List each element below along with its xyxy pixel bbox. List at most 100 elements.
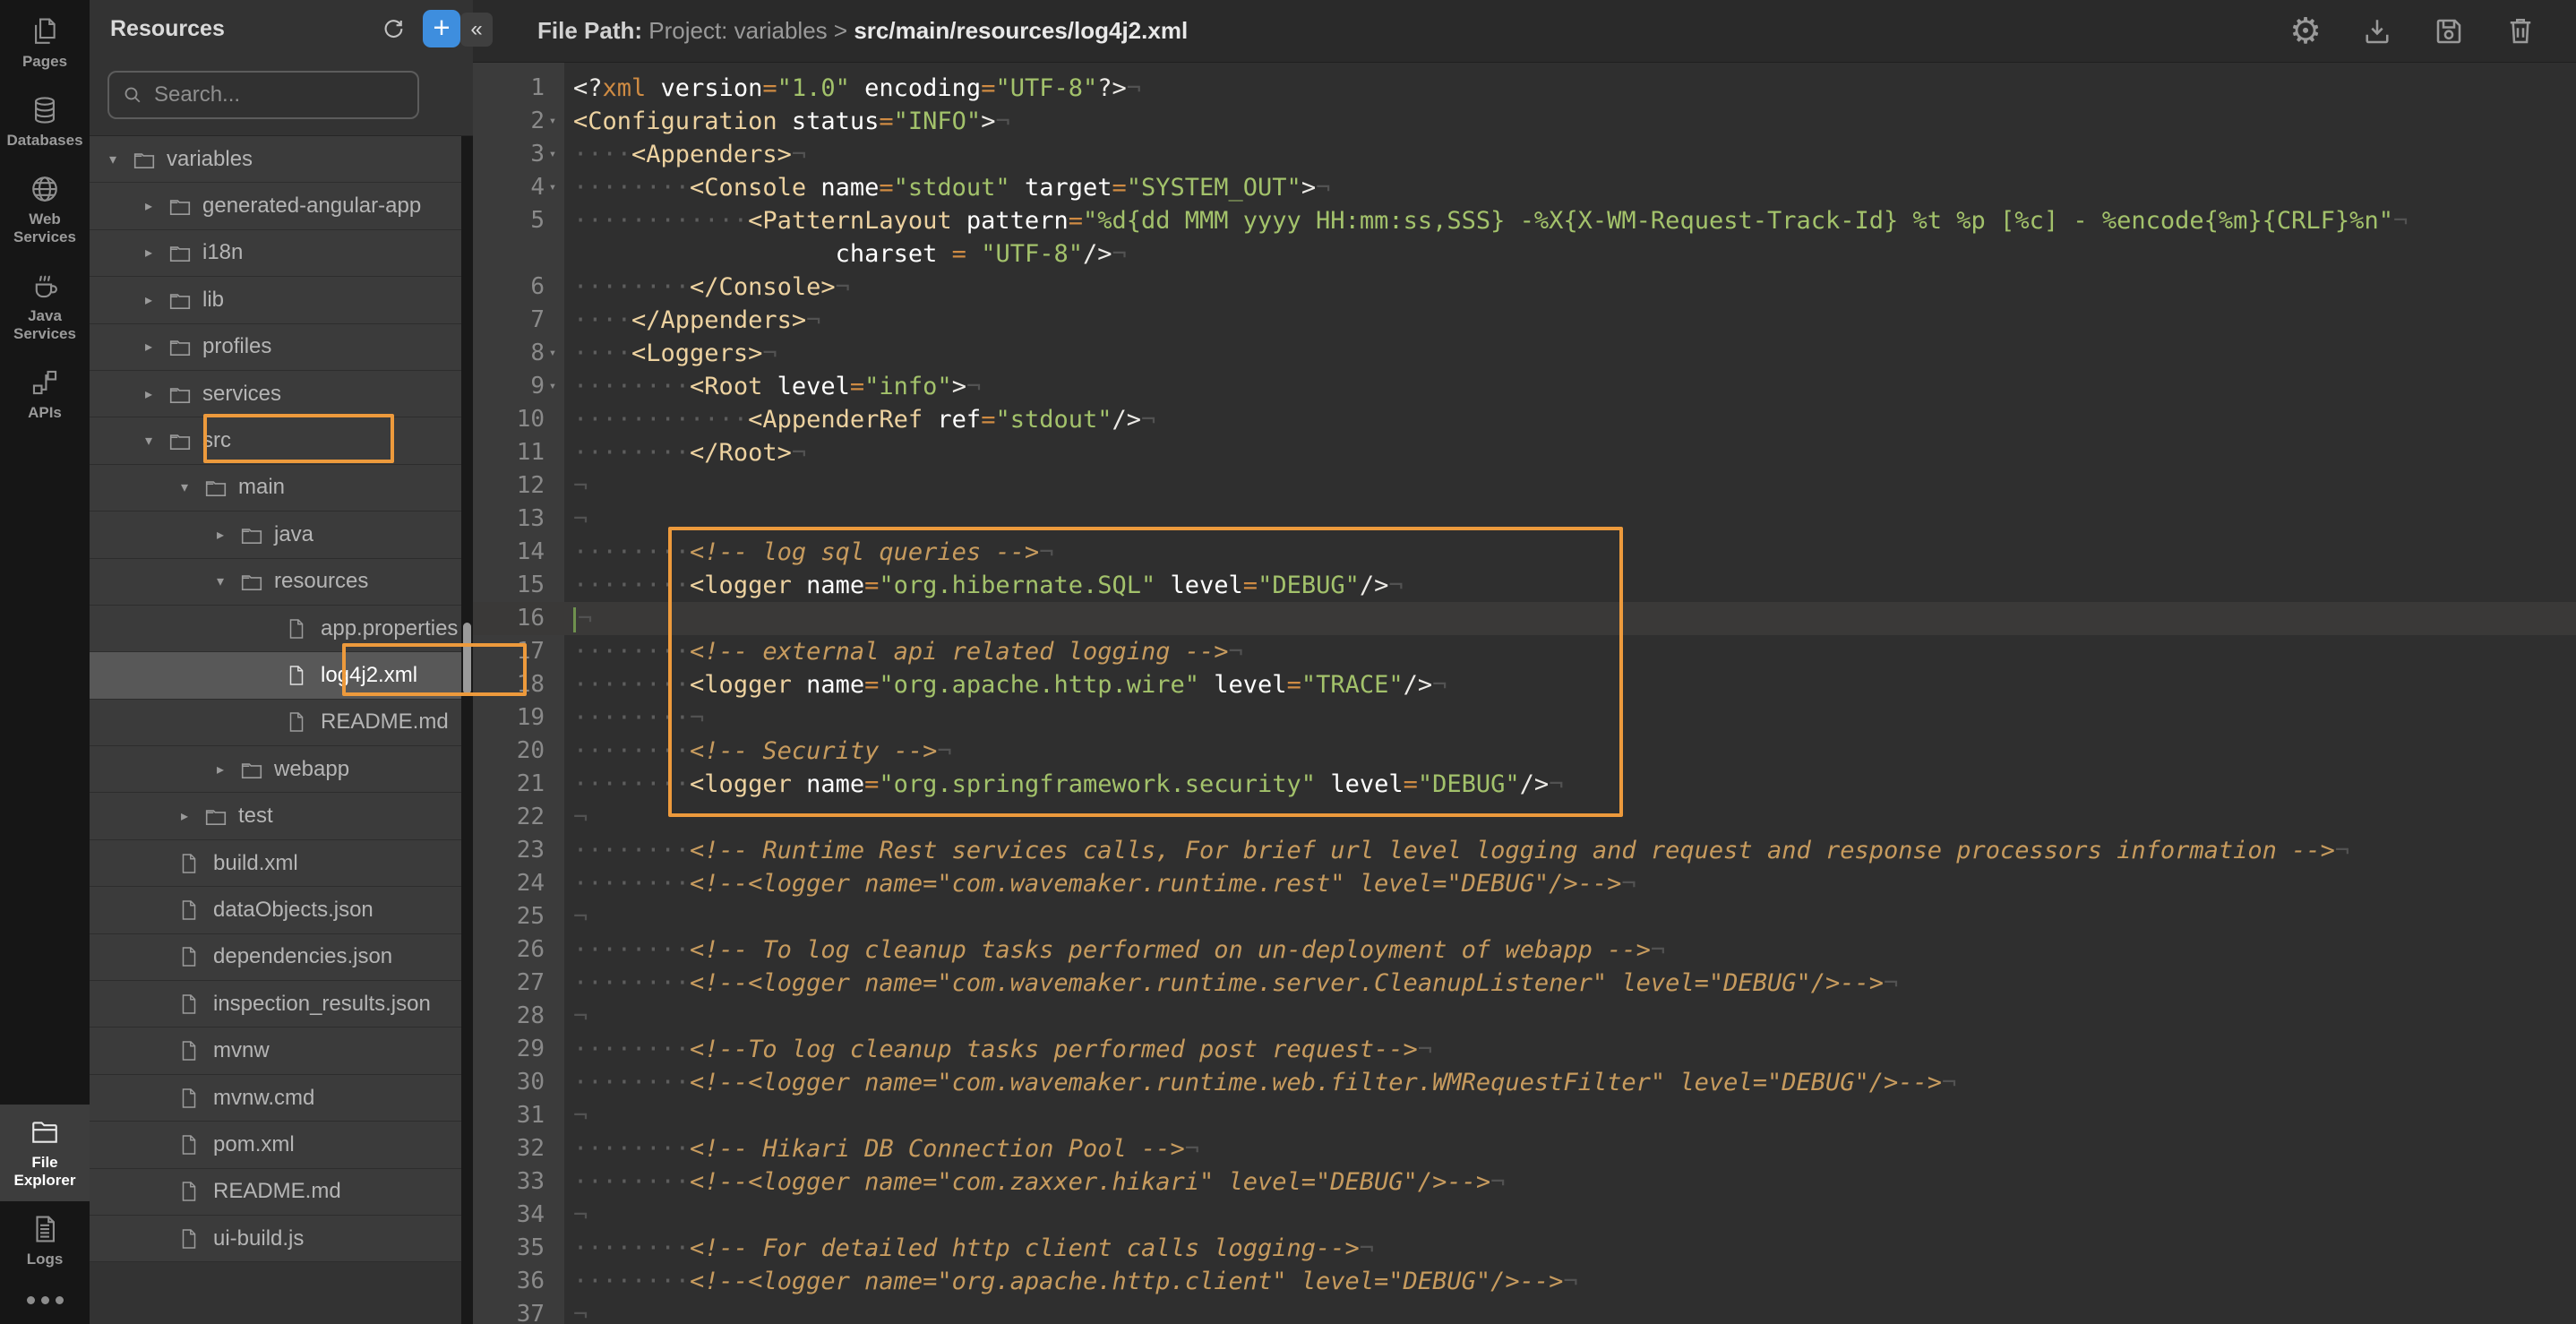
save-icon: [2433, 15, 2465, 47]
collapse-sidebar-button[interactable]: «: [460, 13, 493, 47]
code-text: ¬: [564, 1298, 2576, 1324]
rail-item-apis[interactable]: APIs: [0, 355, 90, 434]
code-text: ········<!--<logger name="com.zaxxer.hik…: [564, 1165, 2576, 1199]
rail-item-file-explorer[interactable]: File Explorer: [0, 1105, 90, 1201]
tree-item-label: variables: [167, 147, 253, 172]
tree-item-resources[interactable]: ▾resources: [90, 559, 461, 606]
tree-item-build.xml[interactable]: build.xml: [90, 840, 461, 887]
fold-toggle-icon[interactable]: ▾: [545, 105, 561, 138]
code-text: ········¬: [564, 701, 2576, 735]
fold-toggle-icon[interactable]: ▾: [545, 370, 561, 403]
rail-item-web-services[interactable]: Web Services: [0, 161, 90, 258]
line-number: 5: [473, 204, 564, 237]
tree-item-label: dataObjects.json: [213, 898, 374, 923]
tree-item-ui-build.js[interactable]: ui-build.js: [90, 1216, 461, 1262]
chevron-right-icon[interactable]: ▸: [217, 761, 240, 778]
line-number: 10: [473, 403, 564, 436]
code-text: ········<!-- Runtime Rest services calls…: [564, 834, 2576, 867]
file-icon: [179, 1040, 202, 1062]
line-number: 18: [473, 668, 564, 701]
add-resource-button[interactable]: +: [423, 10, 460, 47]
tree-item-log4j2.xml[interactable]: log4j2.xml: [90, 652, 461, 699]
chevron-right-icon[interactable]: ▸: [181, 807, 204, 825]
tree-item-profiles[interactable]: ▸profiles: [90, 324, 461, 371]
code-text: ········</Console>¬: [564, 271, 2576, 304]
rail-item-logs[interactable]: Logs: [0, 1201, 90, 1280]
tree-scrollbar-thumb[interactable]: [463, 623, 471, 694]
chevron-right-icon[interactable]: ▸: [145, 291, 168, 309]
download-button[interactable]: [2359, 13, 2395, 49]
tree-item-label: i18n: [202, 240, 243, 265]
search-input[interactable]: [154, 82, 432, 107]
tree-item-dependencies.json[interactable]: dependencies.json: [90, 934, 461, 981]
code-line-25: 25¬: [473, 900, 2576, 933]
search-icon: [122, 84, 143, 106]
code-text: ········<!--To log cleanup tasks perform…: [564, 1033, 2576, 1066]
code-line-33: 33········<!--<logger name="com.zaxxer.h…: [473, 1165, 2576, 1199]
tree-item-generated-angular-app[interactable]: ▸generated-angular-app: [90, 183, 461, 229]
download-icon: [2361, 15, 2393, 47]
tree-item-main[interactable]: ▾main: [90, 465, 461, 512]
tree-item-mvnw.cmd[interactable]: mvnw.cmd: [90, 1075, 461, 1122]
fold-toggle-icon[interactable]: ▾: [545, 138, 561, 171]
line-number: 9▾: [473, 370, 564, 403]
chevron-right-icon[interactable]: ▸: [145, 338, 168, 356]
tree-item-app.properties[interactable]: app.properties: [90, 606, 461, 652]
tree-item-inspection_results.json[interactable]: inspection_results.json: [90, 981, 461, 1027]
tree-item-variables[interactable]: ▾ variables: [90, 136, 461, 183]
tree-item-dataobjects.json[interactable]: dataObjects.json: [90, 887, 461, 933]
tree-item-readme.md[interactable]: README.md: [90, 1169, 461, 1216]
folder-icon: [240, 571, 263, 592]
chevron-down-icon[interactable]: ▾: [217, 572, 240, 590]
chevron-down-icon[interactable]: ▾: [181, 478, 204, 496]
line-number: 35: [473, 1232, 564, 1265]
rail-item-java-services[interactable]: Java Services: [0, 258, 90, 355]
fold-toggle-icon[interactable]: ▾: [545, 171, 561, 204]
fold-toggle-icon[interactable]: ▾: [545, 337, 561, 370]
code-content: 1<?xml version="1.0" encoding="UTF-8"?>¬…: [473, 72, 2576, 1324]
save-button[interactable]: [2431, 13, 2467, 49]
folder-icon: [204, 477, 228, 498]
coffee-icon: [29, 270, 61, 302]
tree-item-lib[interactable]: ▸lib: [90, 277, 461, 323]
tree-item-java[interactable]: ▸java: [90, 512, 461, 558]
tree-item-src[interactable]: ▾ src: [90, 417, 461, 464]
chevron-down-icon[interactable]: ▾: [109, 150, 133, 168]
chevron-right-icon[interactable]: ▸: [145, 244, 168, 262]
folder-icon: [168, 242, 192, 263]
more-options-button[interactable]: [0, 1280, 90, 1311]
line-number: 30: [473, 1066, 564, 1099]
line-number: 25: [473, 900, 564, 933]
tree-item-services[interactable]: ▸services: [90, 371, 461, 417]
tree-item-pom.xml[interactable]: pom.xml: [90, 1122, 461, 1168]
chevron-right-icon[interactable]: ▸: [145, 385, 168, 403]
code-editor[interactable]: 1<?xml version="1.0" encoding="UTF-8"?>¬…: [473, 63, 2576, 1324]
code-line-26: 26········<!-- To log cleanup tasks perf…: [473, 933, 2576, 967]
tree-item-test[interactable]: ▸test: [90, 793, 461, 839]
code-line-14: 14········<!-- log sql queries -->¬: [473, 536, 2576, 569]
settings-button[interactable]: ⚙: [2288, 13, 2323, 49]
tree-item-label: mvnw.cmd: [213, 1086, 314, 1111]
search-box[interactable]: [107, 71, 419, 119]
chevron-right-icon[interactable]: ▸: [217, 526, 240, 544]
tree-item-label: README.md: [321, 709, 449, 735]
tree-item-label: build.xml: [213, 851, 298, 876]
tree-item-i18n[interactable]: ▸ i18n: [90, 230, 461, 277]
chevron-down-icon[interactable]: ▾: [145, 432, 168, 450]
tree-item-mvnw[interactable]: mvnw: [90, 1027, 461, 1074]
chevron-right-icon[interactable]: ▸: [145, 197, 168, 215]
tree-item-readme.md[interactable]: README.md: [90, 700, 461, 746]
code-text: ········<!--<logger name="org.apache.htt…: [564, 1265, 2576, 1298]
file-icon: [179, 1134, 202, 1156]
file-icon: [179, 853, 202, 874]
tree-scrollbar-track[interactable]: [461, 136, 473, 1324]
code-line-34: 34¬: [473, 1199, 2576, 1232]
line-number: 20: [473, 735, 564, 768]
rail-item-pages[interactable]: Pages: [0, 4, 90, 82]
refresh-button[interactable]: [378, 13, 408, 44]
tree-item-webapp[interactable]: ▸webapp: [90, 746, 461, 793]
rail-item-databases[interactable]: Databases: [0, 82, 90, 161]
code-text: ¬: [564, 1099, 2576, 1132]
tree-item-label: src: [202, 428, 231, 453]
delete-button[interactable]: [2503, 13, 2538, 49]
